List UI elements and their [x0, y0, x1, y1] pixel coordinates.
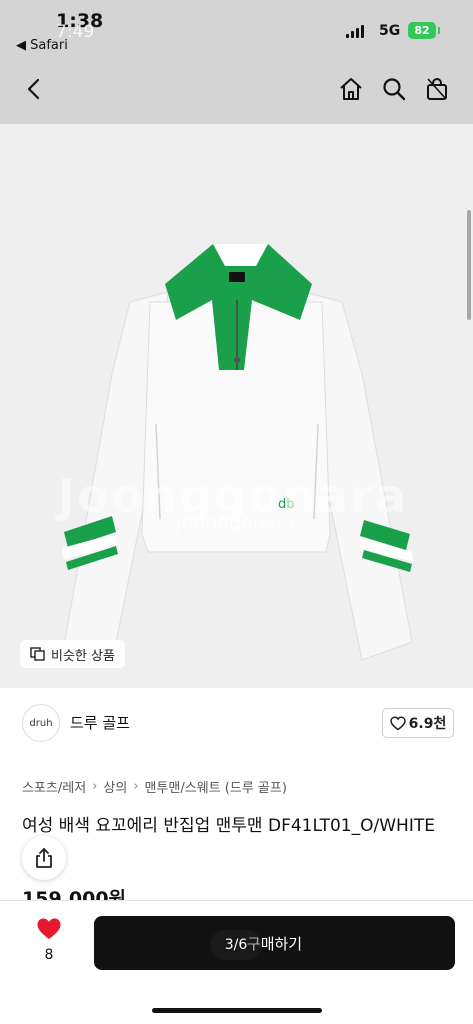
seller-row: druh 드루 골프 6.9천	[0, 700, 473, 748]
buy-button[interactable]: 구매하기	[94, 916, 455, 970]
seller-avatar[interactable]: druh	[22, 704, 60, 742]
seller-name[interactable]: 드루 골프	[70, 712, 130, 733]
breadcrumb: 스포츠/레저 › 상의 › 맨투맨/스웨트 (드루 골프)	[22, 777, 287, 796]
share-button[interactable]	[22, 836, 66, 880]
search-icon	[383, 78, 406, 101]
search-button[interactable]	[379, 74, 409, 104]
scrollbar[interactable]	[467, 210, 471, 320]
status-bar: 1:38 7:49 ◀ Safari 5G 82	[0, 0, 473, 58]
home-indicator[interactable]	[152, 1008, 322, 1013]
wishlist-button[interactable]: 8	[28, 917, 70, 963]
breadcrumb-item[interactable]: 스포츠/레저	[22, 777, 86, 796]
copy-icon	[30, 647, 45, 661]
home-icon	[340, 78, 362, 100]
product-title: 여성 배색 요꼬에리 반집업 맨투맨 DF41LT01_O/WHITE	[22, 816, 435, 836]
back-button[interactable]	[20, 74, 50, 104]
network-label: 5G	[379, 23, 401, 39]
back-to-safari-link[interactable]: ◀ Safari	[16, 38, 68, 53]
breadcrumb-item[interactable]: 맨투맨/스웨트 (드루 골프)	[145, 777, 287, 796]
image-page-indicator: 3/6	[210, 930, 262, 960]
similar-products-label: 비슷한 상품	[51, 648, 115, 664]
navigation-bar	[0, 62, 473, 118]
chevron-right-icon: ›	[133, 779, 139, 794]
breadcrumb-item[interactable]: 상의	[103, 777, 127, 796]
watermark-small: Joonggonara	[176, 512, 296, 534]
similar-products-button[interactable]: 비슷한 상품	[20, 640, 125, 668]
home-button[interactable]	[336, 74, 366, 104]
top-area: 1:38 7:49 ◀ Safari 5G 82	[0, 0, 473, 124]
battery-icon: 82	[408, 22, 440, 39]
chevron-left-icon	[27, 78, 40, 100]
product-price: 159,000원	[22, 888, 127, 900]
heart-outline-icon	[389, 715, 406, 730]
product-image: db	[0, 124, 473, 688]
share-icon	[36, 848, 52, 868]
product-image-carousel[interactable]: db Joonggonara Joonggonara 비슷한 상품	[0, 124, 473, 688]
store-icon	[427, 78, 447, 100]
heart-filled-icon	[37, 918, 61, 939]
signal-icon	[346, 25, 364, 38]
like-count: 6.9천	[408, 716, 447, 732]
wishlist-count: 8	[44, 947, 54, 963]
bottom-action-bar: 8 구매하기	[0, 900, 473, 1024]
shop-button[interactable]	[422, 74, 452, 104]
chevron-right-icon: ›	[92, 779, 98, 794]
like-brand-button[interactable]: 6.9천	[382, 708, 454, 738]
